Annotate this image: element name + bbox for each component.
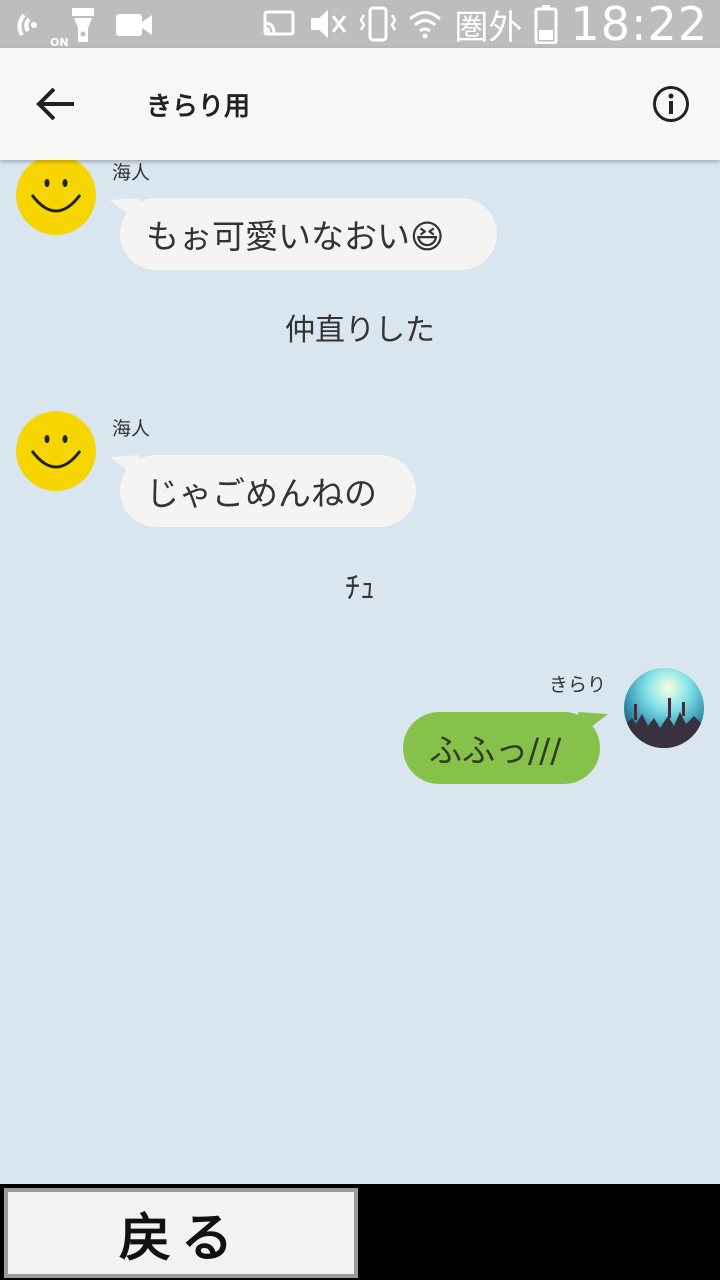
carrier-status: 圏外 xyxy=(454,7,523,48)
bottom-bar: 戻る xyxy=(0,1184,720,1280)
smiley-face-icon xyxy=(16,411,96,491)
sender-name: 海人 xyxy=(112,418,151,440)
smiley-face-icon xyxy=(16,155,96,235)
back-button[interactable]: 戻る xyxy=(4,1188,358,1278)
sender-avatar[interactable] xyxy=(16,155,96,235)
battery-icon xyxy=(534,5,558,44)
cast-icon xyxy=(263,10,295,36)
message-bubble[interactable]: もぉ可愛いなおい😆 xyxy=(120,198,497,270)
clock: 18:22 xyxy=(570,0,708,51)
sender-name: 海人 xyxy=(112,162,151,184)
flashlight-icon xyxy=(72,8,94,42)
chat-header: きらり用 xyxy=(0,48,720,160)
sender-name: きらり xyxy=(549,674,607,696)
message-bubble[interactable]: ふふっ/// xyxy=(403,712,600,784)
message-bubble[interactable]: じゃごめんねの xyxy=(120,455,416,527)
message-text: ﾁｭ xyxy=(345,571,375,606)
info-icon[interactable] xyxy=(652,85,690,123)
vibrate-icon xyxy=(360,6,397,42)
nfc-icon xyxy=(17,13,37,37)
sender-avatar[interactable] xyxy=(16,411,96,491)
message-text: 仲直りした xyxy=(285,313,435,348)
wifi-icon xyxy=(409,11,442,39)
chat-title: きらり用 xyxy=(146,92,251,122)
concert-photo-icon xyxy=(624,668,704,748)
status-bar: ON 圏外 18:22 xyxy=(0,0,720,51)
arrow-left-icon[interactable] xyxy=(34,84,78,124)
mute-icon xyxy=(311,10,347,38)
video-icon xyxy=(116,14,152,36)
my-avatar[interactable] xyxy=(624,668,704,748)
